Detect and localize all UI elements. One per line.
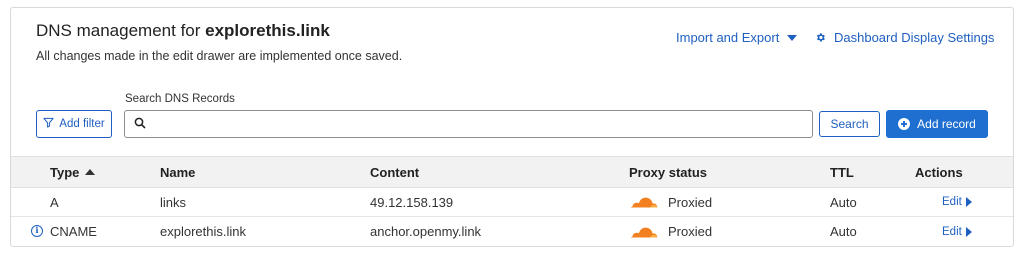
record-type: A <box>50 194 59 210</box>
orange-cloud-icon <box>629 195 659 209</box>
page-title-prefix: DNS management for <box>36 21 201 40</box>
add-filter-label: Add filter <box>59 118 105 130</box>
filter-icon <box>43 117 54 131</box>
page-title-domain: explorethis.link <box>205 21 330 40</box>
dashboard-display-settings-label: Dashboard Display Settings <box>834 30 995 45</box>
column-header-type-label: Type <box>50 164 80 180</box>
table-header-row: Type Name Content Proxy status TTL Actio… <box>11 156 1013 188</box>
column-header-content: Content <box>370 164 420 180</box>
edit-label: Edit <box>942 225 962 238</box>
add-record-label: Add record <box>917 117 976 131</box>
record-name: links <box>160 194 187 210</box>
dns-management-panel: DNS management for explorethis.link All … <box>10 7 1014 247</box>
record-type: CNAME <box>50 224 97 239</box>
import-export-label: Import and Export <box>676 30 780 45</box>
record-proxy-status: Proxied <box>629 217 712 246</box>
caret-right-icon <box>965 197 972 207</box>
table-row: i CNAME explorethis.link anchor.openmy.l… <box>11 217 1013 246</box>
search-icon <box>134 117 146 132</box>
proxy-status-label: Proxied <box>668 224 713 239</box>
import-export-dropdown[interactable]: Import and Export <box>676 30 798 45</box>
record-actions: Edit <box>915 188 972 216</box>
column-header-proxy-status: Proxy status <box>629 164 708 180</box>
info-icon[interactable]: i <box>31 225 43 237</box>
dashboard-display-settings-link[interactable]: Dashboard Display Settings <box>815 30 994 45</box>
column-header-ttl: TTL <box>830 164 854 180</box>
record-proxy-status: Proxied <box>629 188 712 216</box>
search-input[interactable] <box>152 112 812 136</box>
record-content: 49.12.158.139 <box>370 194 454 210</box>
record-actions: Edit <box>915 217 972 246</box>
search-button[interactable]: Search <box>819 111 880 137</box>
gear-icon <box>815 32 826 43</box>
table-row: A links 49.12.158.139 Proxied Auto Edit <box>11 188 1013 217</box>
add-filter-button[interactable]: Add filter <box>36 110 112 138</box>
record-name: explorethis.link <box>160 224 246 239</box>
edit-record-button[interactable]: Edit <box>942 196 972 208</box>
caret-right-icon <box>965 226 972 237</box>
page-subtitle: All changes made in the edit drawer are … <box>36 49 403 63</box>
column-header-type[interactable]: Type <box>50 157 96 187</box>
record-ttl: Auto <box>830 224 857 239</box>
edit-record-button[interactable]: Edit <box>942 226 972 238</box>
caret-down-icon <box>787 34 798 41</box>
proxy-status-label: Proxied <box>668 194 713 210</box>
dns-records-table: Type Name Content Proxy status TTL Actio… <box>11 156 1013 246</box>
search-label: Search DNS Records <box>125 93 235 105</box>
page-title: DNS management for explorethis.link <box>36 21 330 41</box>
add-record-button[interactable]: Add record <box>886 110 988 138</box>
sort-ascending-icon <box>85 169 96 175</box>
orange-cloud-icon <box>629 225 659 239</box>
search-dns-records-field <box>124 110 813 138</box>
record-content: anchor.openmy.link <box>370 224 482 239</box>
edit-label: Edit <box>942 196 962 208</box>
column-header-name: Name <box>160 164 196 180</box>
plus-circle-icon <box>898 118 911 130</box>
record-ttl: Auto <box>830 194 857 210</box>
column-header-actions: Actions <box>915 164 963 180</box>
